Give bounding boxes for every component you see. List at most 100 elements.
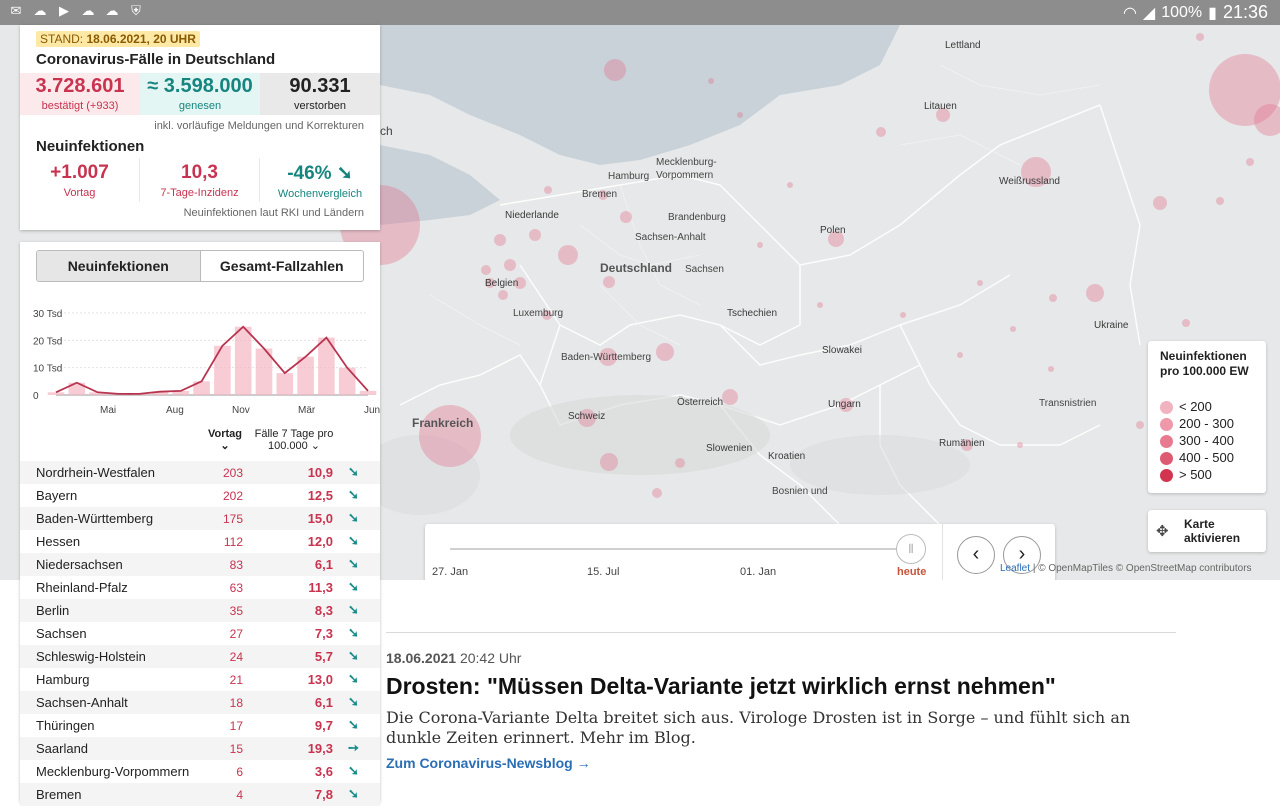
legend-label: 200 - 300 xyxy=(1179,416,1234,431)
newsblog-link[interactable]: Zum Coronavirus-Newsblog → xyxy=(386,755,591,771)
table-row[interactable]: Nordrhein-Westfalen 203 10,9 ➘ xyxy=(20,461,380,484)
incidence-value: 9,7 xyxy=(314,718,333,733)
map-label: ch xyxy=(380,124,393,138)
incidence-value: 5,7 xyxy=(314,649,333,664)
trend-arrow-icon: ➘ xyxy=(348,579,359,594)
map-label: Hamburg xyxy=(608,171,650,182)
incidence-value: 3,6 xyxy=(314,764,333,779)
trend-arrow-icon: ➘ xyxy=(348,694,359,709)
timeline-slider-handle[interactable]: ⦀ xyxy=(896,534,926,564)
state-name: Saarland xyxy=(36,741,89,756)
table-row[interactable]: Hessen 112 12,0 ➘ xyxy=(20,530,380,553)
article-date-value: 18.06.2021 xyxy=(386,650,457,666)
prevday-cases: 112 xyxy=(223,535,243,549)
incidence-value: 7,3 xyxy=(314,626,333,641)
incidence-value: 11,3 xyxy=(308,580,333,595)
confirmed-stat: 3.728.601 bestätigt (+933) xyxy=(20,73,140,115)
previous-button[interactable]: ‹ xyxy=(957,536,995,574)
shield-icon: ⛨ xyxy=(131,3,141,18)
table-row[interactable]: Bayern 202 12,5 ➘ xyxy=(20,484,380,507)
table-row[interactable]: Thüringen 17 9,7 ➘ xyxy=(20,714,380,737)
table-row[interactable]: Schleswig-Holstein 24 5,7 ➘ xyxy=(20,645,380,668)
article-time: 20:42 Uhr xyxy=(459,650,522,666)
activate-map-button[interactable]: ✥ Karte aktivieren xyxy=(1148,510,1266,552)
chart-bar xyxy=(276,373,294,395)
recovered-stat: ≈ 3.598.000 genesen xyxy=(140,73,260,115)
map-attribution: Leaflet | © OpenMapTiles © OpenStreetMap… xyxy=(1000,563,1252,574)
map-label: Brandenburg xyxy=(668,212,726,223)
trend-arrow-icon: ➘ xyxy=(348,648,359,663)
prevday-cases: 35 xyxy=(229,604,243,618)
map-label: Ungarn xyxy=(828,399,861,410)
table-row[interactable]: Berlin 35 8,3 ➘ xyxy=(20,599,380,622)
incidence-value: 12,0 xyxy=(307,534,333,549)
map-label: Litauen xyxy=(924,101,957,112)
map-label: Österreich xyxy=(677,397,724,408)
table-row[interactable]: Mecklenburg-Vorpommern 6 3,6 ➘ xyxy=(20,760,380,783)
tab-neuinfektionen[interactable]: Neuinfektionen xyxy=(37,251,201,281)
map-label: Sachsen-Anhalt xyxy=(635,232,706,243)
table-row[interactable]: Rheinland-Pfalz 63 11,3 ➘ xyxy=(20,576,380,599)
table-row[interactable]: Sachsen-Anhalt 18 6,1 ➘ xyxy=(20,691,380,714)
note: Neuinfektionen laut RKI und Ländern xyxy=(183,207,364,219)
prevday-cases: 175 xyxy=(222,512,243,526)
table-row[interactable]: Saarland 15 19,3 ➙ xyxy=(20,737,380,760)
table-row[interactable]: Niedersachsen 83 6,1 ➘ xyxy=(20,553,380,576)
state-name: Hamburg xyxy=(36,672,90,687)
prevday-cases: 15 xyxy=(229,742,243,756)
table-row[interactable]: Sachsen 27 7,3 ➘ xyxy=(20,622,380,645)
card-title: Coronavirus-Fälle in Deutschland xyxy=(36,51,276,68)
deaths-stat: 90.331 verstorben xyxy=(260,73,380,115)
chart-bar xyxy=(338,367,356,395)
map-label: Weißrussland xyxy=(999,176,1060,187)
incidence-value: 6,1 xyxy=(314,557,333,572)
prevday-cases: 6 xyxy=(236,765,243,779)
chart-bar xyxy=(214,345,231,395)
tab-gesamt-fallzahlen[interactable]: Gesamt-Fallzahlen xyxy=(201,251,364,281)
incidence-value: 6,1 xyxy=(314,695,333,710)
recovered-value: ≈ 3.598.000 xyxy=(147,75,253,97)
cloud-icon: ☁ xyxy=(33,3,47,18)
state-name: Mecklenburg-Vorpommern xyxy=(36,764,190,779)
column-header-vortag[interactable]: Vortag ⌄ xyxy=(203,428,247,452)
overview-card: STAND: 18.06.2021, 20 UHR Coronavirus-Fä… xyxy=(20,25,380,230)
state-name: Nordrhein-Westfalen xyxy=(36,465,155,480)
timeline-tick: 27. Jan xyxy=(432,566,469,578)
divider xyxy=(386,632,1176,633)
prevday-label: Vortag xyxy=(63,187,96,199)
trend-arrow-icon: ➘ xyxy=(348,464,359,479)
timeline-track[interactable] xyxy=(450,548,910,550)
column-header-faelle[interactable]: Fälle 7 Tage pro 100.000 ⌄ xyxy=(252,428,336,452)
leaflet-link[interactable]: Leaflet xyxy=(1000,563,1030,574)
x-tick-label: Jun xyxy=(364,405,380,416)
table-row[interactable]: Hamburg 21 13,0 ➘ xyxy=(20,668,380,691)
trend-arrow-icon: ➘ xyxy=(348,763,359,778)
battery-level: 100% xyxy=(1161,3,1203,21)
map-label: Belgien xyxy=(485,278,519,289)
incidence-value: 10,9 xyxy=(307,465,333,480)
battery-icon: ▮ xyxy=(1208,4,1217,22)
signal-icon: ◢ xyxy=(1142,4,1156,22)
y-tick-label: 10 Tsd xyxy=(33,364,62,375)
x-tick-label: Aug xyxy=(166,405,184,416)
legend-item: 400 - 500 xyxy=(1160,450,1234,466)
article-title[interactable]: Drosten: "Müssen Delta-Variante jetzt wi… xyxy=(386,673,1056,700)
week-label: Wochenvergleich xyxy=(277,188,363,200)
legend-dot xyxy=(1160,418,1173,432)
incidence-value: 10,3 xyxy=(181,162,218,183)
legend-dot xyxy=(1160,469,1173,483)
table-row[interactable]: Baden-Württemberg 175 15,0 ➘ xyxy=(20,507,380,530)
incidence-value: 15,0 xyxy=(307,511,333,526)
chart-bar xyxy=(234,326,252,395)
legend-label: 300 - 400 xyxy=(1179,433,1234,448)
map-label: Bremen xyxy=(582,189,618,200)
map-label: Niederlande xyxy=(505,210,559,221)
incidence-value: 13,0 xyxy=(307,672,333,687)
move-icon: ✥ xyxy=(1156,523,1169,540)
state-name: Sachsen-Anhalt xyxy=(36,695,128,710)
table-row[interactable]: Bremen 4 7,8 ➘ xyxy=(20,783,380,806)
map-label: Polen xyxy=(820,225,846,236)
state-name: Thüringen xyxy=(36,718,95,733)
stand-date: 18.06.2021, 20 UHR xyxy=(86,32,196,46)
new-infections-title: Neuinfektionen xyxy=(36,138,145,155)
